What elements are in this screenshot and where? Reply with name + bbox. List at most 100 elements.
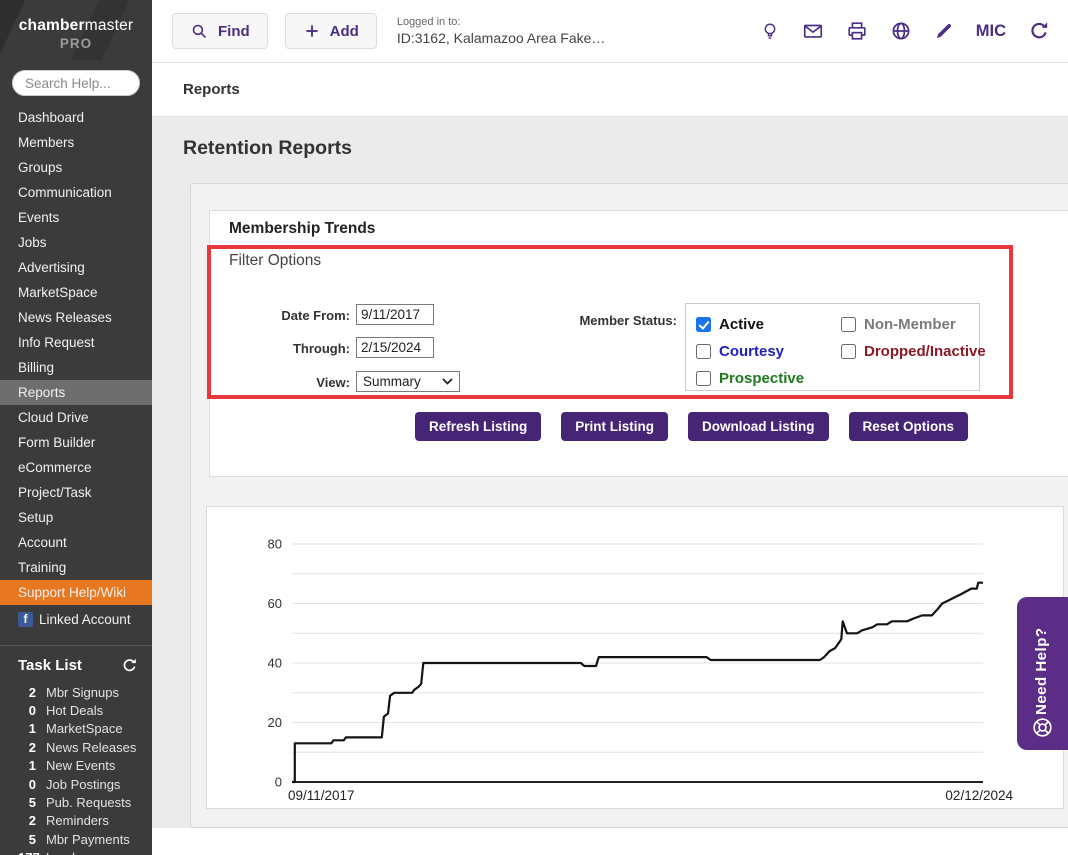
task-count: 2 [18, 740, 36, 755]
sidebar-item-billing[interactable]: Billing [0, 355, 152, 380]
task-item-job-postings[interactable]: 0Job Postings [0, 775, 152, 793]
status-row-dropped-inactive[interactable]: Dropped/Inactive [841, 341, 986, 361]
sidebar-item-linked-account[interactable]: fLinked Account [0, 605, 152, 634]
sidebar-item-support-help-wiki[interactable]: Support Help/Wiki [0, 580, 152, 605]
find-button[interactable]: Find [172, 13, 268, 49]
download-listing-button[interactable]: Download Listing [688, 412, 829, 441]
sidebar-item-groups[interactable]: Groups [0, 155, 152, 180]
reset-options-button[interactable]: Reset Options [849, 412, 969, 441]
svg-text:80: 80 [268, 537, 282, 552]
task-refresh-icon[interactable] [121, 657, 138, 674]
status-row-active[interactable]: Active [696, 314, 764, 334]
task-item-leads[interactable]: 177Leads [0, 849, 152, 855]
add-button[interactable]: Add [285, 13, 377, 49]
status-non-member-label[interactable]: Non-Member [864, 316, 956, 333]
refresh-icon[interactable] [1028, 20, 1050, 42]
sidebar-item-label: Account [18, 535, 67, 550]
status-non-member-checkbox[interactable] [841, 317, 856, 332]
status-courtesy-checkbox[interactable] [696, 344, 711, 359]
sidebar-item-label: Advertising [18, 260, 85, 275]
sidebar-item-news-releases[interactable]: News Releases [0, 305, 152, 330]
status-row-courtesy[interactable]: Courtesy [696, 341, 784, 361]
task-label: Pub. Requests [46, 795, 131, 810]
task-label: New Events [46, 758, 115, 773]
task-item-news-releases[interactable]: 2News Releases [0, 738, 152, 756]
sidebar-item-label: Support Help/Wiki [18, 585, 126, 600]
sidebar-item-project-task[interactable]: Project/Task [0, 480, 152, 505]
filter-options-label: Filter Options [229, 252, 321, 270]
need-help-tab[interactable]: Need Help? [1017, 597, 1068, 750]
sidebar-item-communication[interactable]: Communication [0, 180, 152, 205]
pencil-icon[interactable] [934, 21, 954, 41]
mic-label[interactable]: MIC [976, 22, 1006, 41]
logged-in-value: ID:3162, Kalamazoo Area Fake… [397, 29, 606, 47]
need-help-label: Need Help? [1033, 597, 1052, 715]
sidebar-item-marketspace[interactable]: MarketSpace [0, 280, 152, 305]
main-content: Retention Reports Membership Trends Filt… [152, 117, 1068, 855]
status-prospective-label[interactable]: Prospective [719, 370, 804, 387]
sidebar-item-dashboard[interactable]: Dashboard [0, 105, 152, 130]
membership-chart: 02040608009/11/201702/12/2024 [207, 507, 1063, 808]
status-active-checkbox[interactable] [696, 317, 711, 332]
task-count: 0 [18, 777, 36, 792]
view-label: View: [238, 375, 350, 390]
sidebar-item-account[interactable]: Account [0, 530, 152, 555]
date-from-input[interactable] [356, 304, 434, 325]
brand-name: chambermaster [0, 17, 152, 35]
task-item-marketspace[interactable]: 1MarketSpace [0, 720, 152, 738]
status-prospective-checkbox[interactable] [696, 371, 711, 386]
status-active-label[interactable]: Active [719, 316, 764, 333]
sidebar-item-form-builder[interactable]: Form Builder [0, 430, 152, 455]
mail-icon[interactable] [802, 20, 824, 42]
globe-icon[interactable] [890, 20, 912, 42]
task-count: 0 [18, 703, 36, 718]
app-window: chambermaster PRO DashboardMembersGroups… [0, 0, 1068, 855]
task-item-mbr-signups[interactable]: 2Mbr Signups [0, 683, 152, 701]
sidebar-item-label: Cloud Drive [18, 410, 89, 425]
print-listing-button[interactable]: Print Listing [561, 412, 668, 441]
sidebar-item-label: Setup [18, 510, 53, 525]
refresh-listing-button[interactable]: Refresh Listing [415, 412, 541, 441]
status-dropped-inactive-label[interactable]: Dropped/Inactive [864, 343, 986, 360]
lightbulb-icon[interactable] [760, 21, 780, 41]
sidebar-item-jobs[interactable]: Jobs [0, 230, 152, 255]
view-select[interactable]: Summary [356, 371, 460, 392]
reports-panel: Membership Trends Filter Options Date Fr… [190, 183, 1068, 828]
breadcrumb: Reports [183, 81, 240, 98]
status-courtesy-label[interactable]: Courtesy [719, 343, 784, 360]
view-select-value: Summary [363, 374, 421, 389]
sidebar-item-advertising[interactable]: Advertising [0, 255, 152, 280]
sidebar-item-ecommerce[interactable]: eCommerce [0, 455, 152, 480]
sidebar-item-label: Communication [18, 185, 112, 200]
printer-icon[interactable] [846, 20, 868, 42]
sidebar-item-cloud-drive[interactable]: Cloud Drive [0, 405, 152, 430]
x-axis-end-label: 02/12/2024 [945, 788, 1013, 803]
sidebar-item-info-request[interactable]: Info Request [0, 330, 152, 355]
status-row-non-member[interactable]: Non-Member [841, 314, 956, 334]
sidebar-item-training[interactable]: Training [0, 555, 152, 580]
brand-name-bold: chamber [19, 17, 85, 34]
sidebar-item-events[interactable]: Events [0, 205, 152, 230]
sidebar-item-label: Form Builder [18, 435, 95, 450]
task-count: 2 [18, 813, 36, 828]
sidebar-item-label: MarketSpace [18, 285, 98, 300]
sidebar-item-members[interactable]: Members [0, 130, 152, 155]
task-item-hot-deals[interactable]: 0Hot Deals [0, 701, 152, 719]
brand-tier: PRO [0, 36, 152, 51]
sidebar-item-setup[interactable]: Setup [0, 505, 152, 530]
status-dropped-inactive-checkbox[interactable] [841, 344, 856, 359]
sidebar-item-reports[interactable]: Reports [0, 380, 152, 405]
member-status-group: ActiveCourtesyProspectiveNon-MemberDropp… [685, 303, 980, 391]
task-count: 177 [18, 850, 36, 855]
task-item-mbr-payments[interactable]: 5Mbr Payments [0, 830, 152, 848]
through-input[interactable] [356, 337, 434, 358]
task-item-reminders[interactable]: 2Reminders [0, 812, 152, 830]
task-item-new-events[interactable]: 1New Events [0, 757, 152, 775]
sidebar-item-label: Training [18, 560, 66, 575]
through-label: Through: [238, 341, 350, 356]
task-count: 5 [18, 795, 36, 810]
chart-card: 02040608009/11/201702/12/2024 [206, 506, 1064, 809]
task-item-pub-requests[interactable]: 5 Pub. Requests [0, 793, 152, 811]
search-help-input[interactable] [12, 70, 140, 96]
status-row-prospective[interactable]: Prospective [696, 368, 804, 388]
